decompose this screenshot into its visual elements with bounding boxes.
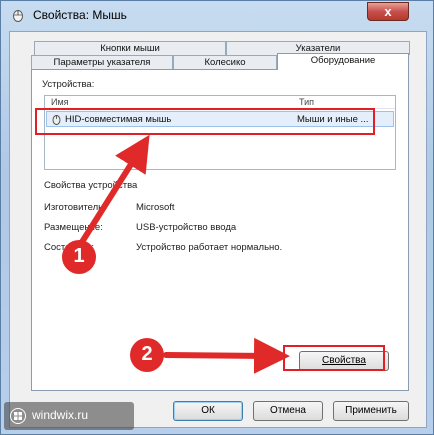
annotation-badge-2: 2: [130, 338, 164, 372]
watermark-text: windwix.ru: [32, 408, 89, 422]
badge-number: 2: [141, 343, 153, 365]
windows-logo-icon: [10, 408, 26, 424]
annotation-badge-1: 1: [62, 240, 96, 274]
arrow-to-properties: [163, 337, 290, 374]
annotation-arrows: [79, 134, 290, 374]
badge-number: 1: [73, 245, 85, 267]
watermark: windwix.ru: [4, 402, 134, 430]
arrow-to-device: [79, 134, 150, 245]
